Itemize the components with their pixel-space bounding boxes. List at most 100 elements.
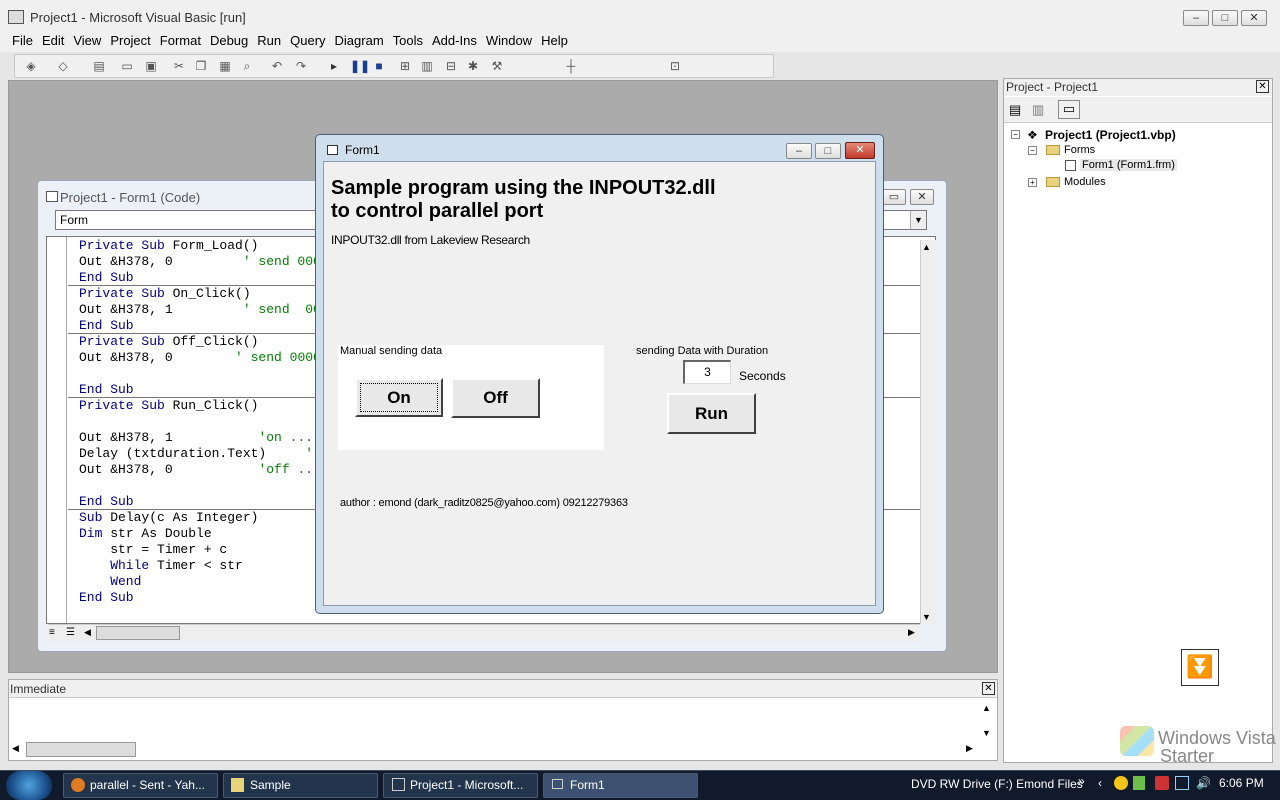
code-window-title: Project1 - Form1 (Code) [60, 190, 201, 205]
tree-forms-folder[interactable]: Forms [1064, 144, 1095, 156]
code-line: Private Sub On_Click() [79, 286, 251, 301]
toggle-folders-icon[interactable]: ▭ [1058, 100, 1080, 119]
menu-diagram[interactable]: Diagram [335, 30, 384, 52]
taskbar-item-yahoo[interactable]: parallel - Sent - Yah... [63, 773, 218, 798]
code-line: Delay (txtduration.Text) ' [79, 446, 314, 461]
code-margin [47, 237, 67, 623]
maximize-button[interactable]: □ [1212, 10, 1238, 26]
scroll-down-icon[interactable]: ▼ [922, 612, 931, 622]
menu-query[interactable]: Query [290, 30, 325, 52]
collapse-icon[interactable]: − [1011, 130, 1020, 139]
form1-maximize-button[interactable]: □ [815, 143, 841, 159]
break-icon[interactable]: ❚❚ [350, 59, 370, 73]
chevron-down-icon[interactable]: ▼ [910, 211, 926, 229]
undo-icon[interactable]: ↶ [270, 59, 284, 73]
project-panel-title: Project - Project1 [1006, 80, 1099, 94]
menu-view[interactable]: View [73, 30, 101, 52]
on-button[interactable]: On [355, 378, 443, 417]
messenger-icon[interactable] [1114, 776, 1128, 790]
scroll-right-icon[interactable]: ▶ [966, 743, 973, 754]
network-icon[interactable] [1175, 776, 1189, 790]
tray-security-icon[interactable] [1155, 776, 1169, 790]
immediate-close-icon[interactable]: ✕ [982, 682, 995, 695]
folder-icon [1046, 145, 1060, 155]
firefox-icon [71, 778, 85, 792]
code-line: End Sub [79, 494, 134, 509]
expand-icon[interactable]: + [1028, 178, 1037, 187]
code-line: Private Sub Off_Click() [79, 334, 259, 349]
view-code-icon[interactable]: ▤ [1009, 102, 1021, 118]
form-layout-icon[interactable]: ⊟ [444, 59, 458, 73]
properties-icon[interactable]: ▥ [420, 59, 434, 73]
menu-debug[interactable]: Debug [210, 30, 248, 52]
close-button[interactable]: ✕ [1241, 10, 1267, 26]
menu-addins[interactable]: Add-Ins [432, 30, 477, 52]
toolbox-icon[interactable]: ⚒ [490, 59, 504, 73]
volume-icon[interactable]: 🔊 [1196, 776, 1211, 790]
menu-format[interactable]: Format [160, 30, 201, 52]
save-icon[interactable]: ▣ [144, 59, 158, 73]
tree-modules-folder[interactable]: Modules [1064, 176, 1106, 188]
scroll-up-icon[interactable]: ▲ [922, 242, 931, 252]
minimize-button[interactable]: – [1183, 10, 1209, 26]
project-panel-close-icon[interactable]: ✕ [1256, 80, 1269, 93]
form-heading: Sample program using the INPOUT32.dll to… [331, 177, 716, 223]
code-line: Sub Delay(c As Integer) [79, 510, 259, 525]
form-icon [552, 779, 563, 789]
project-explorer-icon[interactable]: ⊞ [398, 59, 412, 73]
menu-editor-icon[interactable]: ▤ [92, 59, 106, 73]
menu-run[interactable]: Run [257, 30, 281, 52]
cut-icon[interactable]: ✂ [172, 59, 186, 73]
paste-icon[interactable]: ▦ [218, 59, 232, 73]
taskbar-item-form1[interactable]: Form1 [543, 773, 698, 798]
code-vertical-scrollbar[interactable] [920, 240, 936, 624]
menu-edit[interactable]: Edit [42, 30, 64, 52]
tray-expand-icon[interactable]: ‹ [1098, 776, 1102, 790]
menu-tools[interactable]: Tools [393, 30, 423, 52]
procedure-view-icon[interactable]: ≡ [49, 627, 55, 638]
form1-close-button[interactable]: ✕ [845, 142, 875, 159]
tree-form1-item[interactable]: Form1 (Form1.frm) [1080, 159, 1177, 171]
form1-minimize-button[interactable]: – [786, 143, 812, 159]
duration-input[interactable]: 3 [683, 360, 731, 384]
scroll-up-icon[interactable]: ▲ [982, 703, 991, 713]
menu-project[interactable]: Project [110, 30, 150, 52]
open-icon[interactable]: ▭ [120, 59, 134, 73]
clock[interactable]: 6:06 PM [1219, 776, 1264, 790]
download-widget-icon[interactable]: ⏬ [1181, 649, 1219, 686]
tray-drive-label[interactable]: DVD RW Drive (F:) Emond Files [911, 777, 1083, 791]
scroll-left-icon[interactable]: ◀ [12, 743, 19, 754]
find-icon[interactable]: ⌕ [240, 59, 254, 73]
collapse-icon[interactable]: − [1028, 146, 1037, 155]
off-button[interactable]: Off [451, 378, 540, 418]
code-line: End Sub [79, 270, 134, 285]
add-project-icon[interactable]: ◈ [24, 59, 38, 73]
menu-window[interactable]: Window [486, 30, 532, 52]
menu-help[interactable]: Help [541, 30, 568, 52]
scroll-thumb[interactable] [96, 626, 180, 640]
tray-app-icon[interactable] [1133, 776, 1145, 790]
add-form-icon[interactable]: ◇ [56, 59, 70, 73]
code-line: Private Sub Run_Click() [79, 398, 259, 413]
redo-icon[interactable]: ↷ [294, 59, 308, 73]
scroll-right-icon[interactable]: ▶ [908, 627, 915, 638]
menu-file[interactable]: File [12, 30, 33, 52]
start-button[interactable] [6, 771, 52, 800]
copy-icon[interactable]: ❐ [194, 59, 208, 73]
code-window-restore-button[interactable]: ▭ [882, 189, 906, 205]
tree-project-root[interactable]: Project1 (Project1.vbp) [1045, 128, 1176, 142]
folder-icon [1046, 177, 1060, 187]
run-button[interactable]: Run [667, 393, 756, 434]
full-module-view-icon[interactable]: ☰ [66, 627, 75, 638]
scroll-down-icon[interactable]: ▼ [982, 728, 991, 738]
taskbar-item-vb[interactable]: Project1 - Microsoft... [383, 773, 538, 798]
taskbar-item-sample[interactable]: Sample [223, 773, 378, 798]
toolbar-chevron[interactable]: » [1078, 774, 1085, 788]
scroll-thumb[interactable] [26, 742, 136, 757]
object-browser-icon[interactable]: ✱ [466, 59, 480, 73]
start-icon[interactable]: ▸ [327, 59, 341, 73]
code-window-close-button[interactable]: ✕ [910, 189, 934, 205]
view-object-icon[interactable]: ▥ [1032, 102, 1044, 118]
end-icon[interactable]: ■ [372, 59, 386, 73]
scroll-left-icon[interactable]: ◀ [84, 627, 91, 638]
